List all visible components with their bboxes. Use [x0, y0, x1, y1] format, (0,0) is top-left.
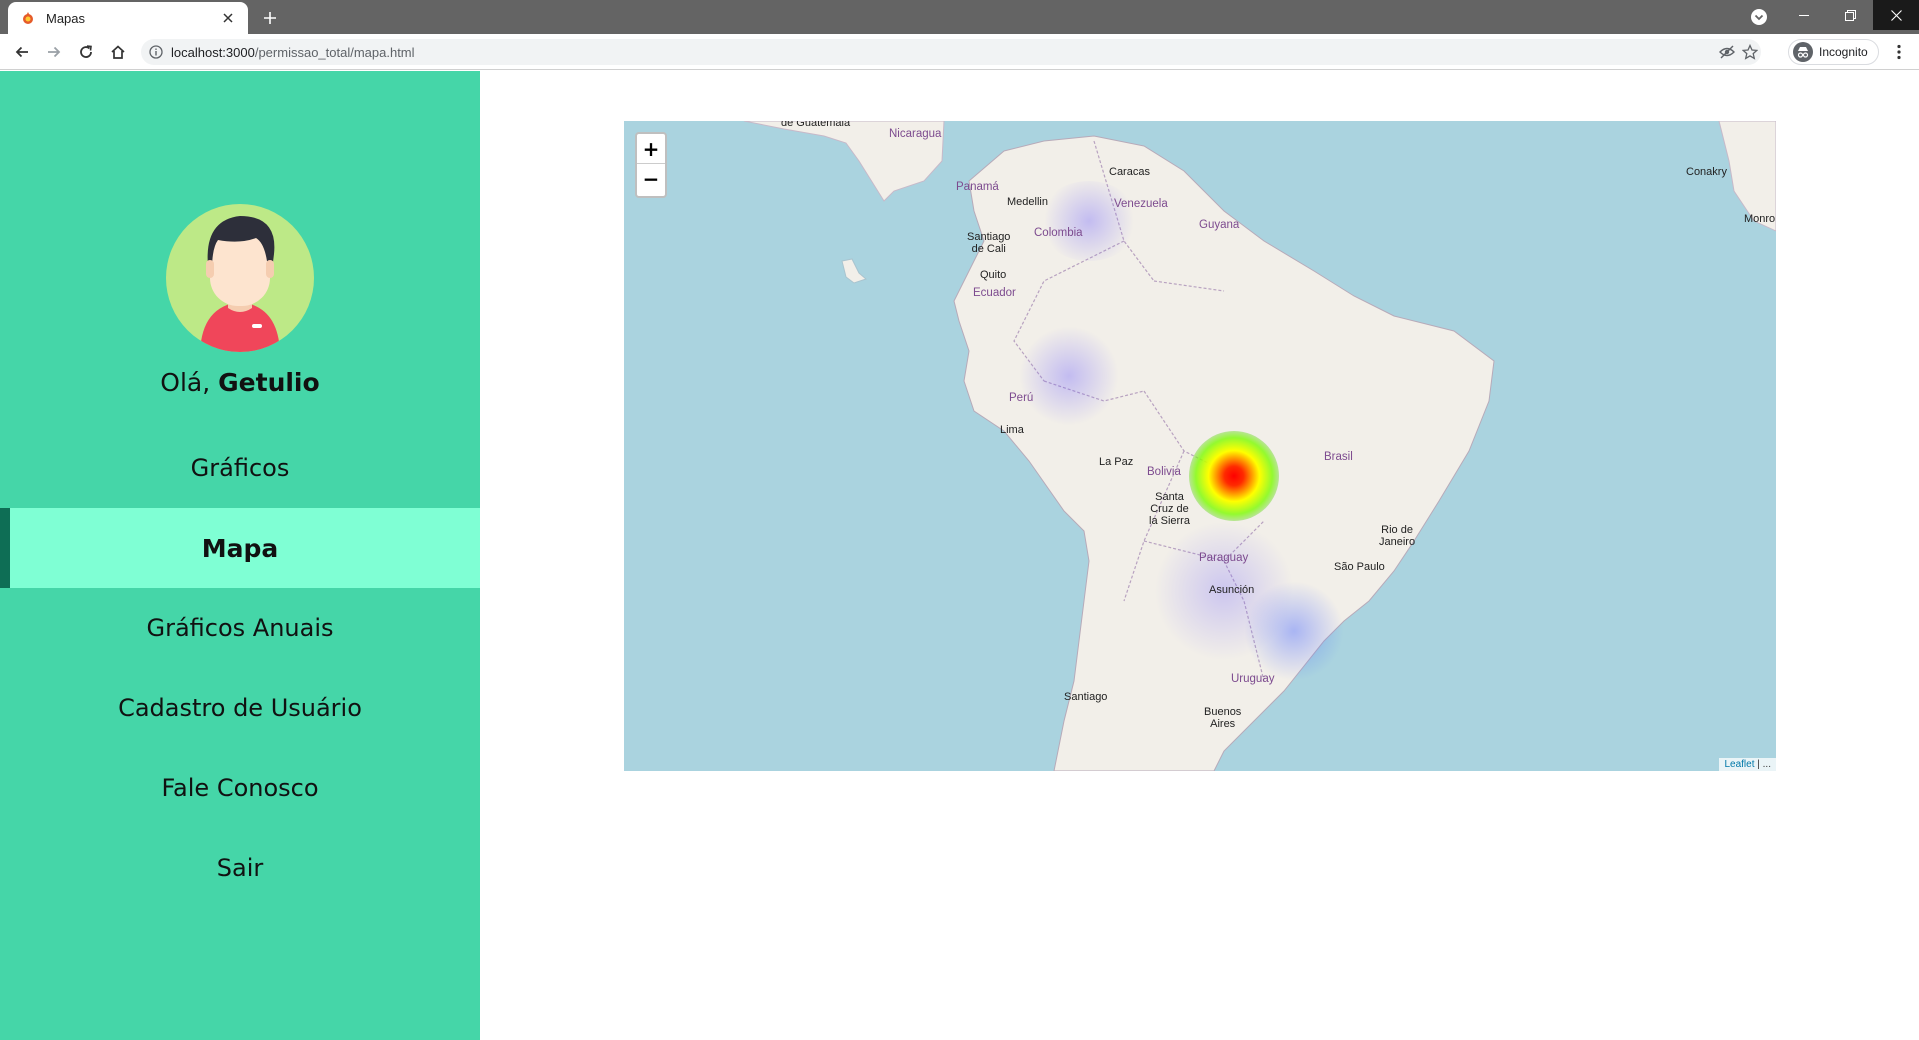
reload-icon[interactable] [74, 40, 98, 64]
label-monrovia: Monro [1744, 213, 1776, 225]
restore-window-icon[interactable] [1827, 0, 1873, 30]
label-medellin: Medellin [1007, 196, 1048, 208]
label-bolivia: Bolivia [1147, 466, 1181, 478]
heat-spot-guyana [1039, 181, 1139, 261]
heat-spot-peru [1019, 326, 1119, 426]
zoom-control: + − [635, 132, 667, 198]
nav-item-graficos-anuais[interactable]: Gráficos Anuais [0, 588, 480, 668]
incognito-label: Incognito [1819, 45, 1868, 59]
eye-off-icon[interactable] [1718, 43, 1736, 61]
label-santa-cruz: Santa Cruz de la Sierra [1149, 491, 1190, 527]
map-attribution: Leaflet | ... [1719, 758, 1776, 771]
incognito-badge[interactable]: Incognito [1788, 39, 1879, 65]
forward-arrow-icon[interactable] [42, 40, 66, 64]
user-name: Getulio [218, 368, 320, 397]
star-bookmark-icon[interactable] [1741, 43, 1759, 61]
incognito-icon [1793, 42, 1813, 62]
label-brasil: Brasil [1324, 451, 1353, 463]
zoom-out-button[interactable]: − [637, 164, 665, 194]
address-bar[interactable]: localhost:3000/permissao_total/mapa.html [141, 39, 1761, 65]
close-window-icon[interactable] [1873, 0, 1919, 30]
label-asuncion: Asunción [1209, 584, 1255, 596]
tab-title: Mapas [46, 10, 86, 26]
label-venezuela: Venezuela [1114, 198, 1168, 210]
label-caracas: Caracas [1109, 166, 1150, 178]
label-santiago-cali: Santiago de Cali [967, 231, 1011, 255]
back-arrow-icon[interactable] [10, 40, 34, 64]
label-guatemala: de Guatemala [781, 121, 851, 129]
tab-search-icon[interactable] [1750, 8, 1768, 26]
new-tab-icon[interactable] [258, 6, 282, 30]
nav-item-sair[interactable]: Sair [0, 828, 480, 908]
label-sao-paulo: São Paulo [1334, 561, 1385, 573]
heat-spot-center-brasil [1189, 431, 1279, 521]
browser-toolbar: localhost:3000/permissao_total/mapa.html… [0, 34, 1919, 70]
site-info-icon[interactable] [149, 45, 163, 59]
nav-item-fale-conosco[interactable]: Fale Conosco [0, 748, 480, 828]
user-avatar-icon [200, 216, 280, 352]
label-santiago: Santiago [1064, 691, 1108, 703]
avatar [166, 204, 314, 352]
label-nicaragua: Nicaragua [889, 128, 942, 140]
heat-spot-sao-paulo [1244, 581, 1344, 681]
label-guyana: Guyana [1199, 219, 1240, 231]
nav-item-cadastro-usuario[interactable]: Cadastro de Usuário [0, 668, 480, 748]
label-paraguay: Paraguay [1199, 552, 1249, 564]
label-rio-de-janeiro: Rio de Janeiro [1379, 524, 1416, 548]
label-la-paz: La Paz [1099, 456, 1134, 468]
greeting: Olá, Getulio [160, 368, 320, 397]
url-text: localhost:3000/permissao_total/mapa.html [171, 44, 415, 60]
leaflet-link[interactable]: Leaflet [1724, 759, 1754, 770]
browser-titlebar: Mapas [0, 0, 1919, 34]
label-panama: Panamá [956, 181, 999, 193]
home-icon[interactable] [106, 40, 130, 64]
label-buenos-aires: Buenos Aires [1204, 706, 1242, 730]
more-menu-icon[interactable] [1887, 40, 1911, 64]
label-conakry: Conakry [1686, 166, 1727, 178]
close-tab-icon[interactable] [220, 10, 236, 26]
fire-favicon-icon [20, 10, 36, 26]
label-lima: Lima [1000, 424, 1024, 436]
browser-tab[interactable]: Mapas [8, 2, 248, 34]
nav-item-graficos[interactable]: Gráficos [0, 428, 480, 508]
label-ecuador: Ecuador [973, 287, 1016, 299]
heatmap-map[interactable]: de Guatemala Nicaragua Panamá Caracas Me… [624, 121, 1776, 771]
zoom-in-button[interactable]: + [637, 134, 665, 164]
label-quito: Quito [980, 269, 1007, 281]
minimize-window-icon[interactable] [1781, 0, 1827, 30]
label-peru: Perú [1009, 392, 1034, 404]
nav-item-mapa[interactable]: Mapa [0, 508, 480, 588]
label-uruguay: Uruguay [1231, 673, 1275, 685]
sidebar: Olá, Getulio Gráficos Mapa Gráficos Anua… [0, 71, 480, 1040]
label-colombia: Colombia [1034, 227, 1083, 239]
